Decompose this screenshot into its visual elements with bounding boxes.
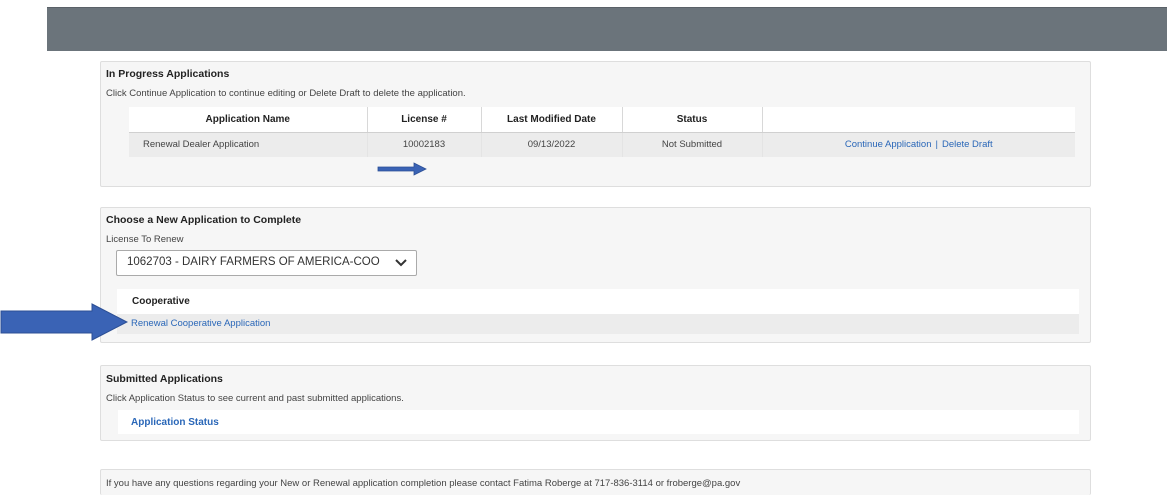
submitted-panel: Submitted Applications Click Application… <box>100 365 1091 441</box>
in-progress-panel: In Progress Applications Click Continue … <box>100 61 1091 187</box>
contact-text: If you have any questions regarding your… <box>106 478 741 489</box>
new-application-panel: Choose a New Application to Complete Lic… <box>100 207 1091 343</box>
in-progress-title: In Progress Applications <box>106 68 230 80</box>
continue-application-link[interactable]: Continue Application <box>845 139 932 150</box>
action-separator: | <box>935 139 938 151</box>
cell-last-modified: 09/13/2022 <box>481 132 623 157</box>
cell-application-name: Renewal Dealer Application <box>129 132 368 157</box>
cooperative-category-header: Cooperative <box>117 289 1079 314</box>
application-status-box: Application Status <box>118 410 1079 434</box>
renewal-cooperative-application-link[interactable]: Renewal Cooperative Application <box>131 318 270 329</box>
list-item: Renewal Cooperative Application <box>117 314 1079 334</box>
cell-license: 10002183 <box>367 132 482 157</box>
table-header-row: Application Name License # Last Modified… <box>129 107 1075 133</box>
license-to-renew-label: License To Renew <box>106 234 184 245</box>
in-progress-table: Application Name License # Last Modified… <box>129 107 1075 157</box>
small-right-arrow-icon <box>377 162 427 176</box>
chevron-down-icon <box>395 259 407 267</box>
application-status-link[interactable]: Application Status <box>131 417 219 428</box>
contact-panel: If you have any questions regarding your… <box>100 469 1091 495</box>
delete-draft-link[interactable]: Delete Draft <box>942 139 993 150</box>
in-progress-description: Click Continue Application to continue e… <box>106 88 466 99</box>
cell-actions: Continue Application | Delete Draft <box>762 132 1075 157</box>
column-header-status: Status <box>622 107 763 133</box>
new-application-title: Choose a New Application to Complete <box>106 214 302 226</box>
column-header-last-modified: Last Modified Date <box>481 107 623 133</box>
column-header-license: License # <box>367 107 482 133</box>
column-header-actions <box>762 107 1075 133</box>
top-header-bar <box>47 7 1167 51</box>
submitted-description: Click Application Status to see current … <box>106 393 404 404</box>
table-row: Renewal Dealer Application 10002183 09/1… <box>129 132 1075 157</box>
column-header-application-name: Application Name <box>129 107 368 133</box>
license-select[interactable]: 1062703 - DAIRY FARMERS OF AMERICA-COO <box>116 250 417 276</box>
submitted-title: Submitted Applications <box>106 373 223 385</box>
large-right-arrow-icon <box>0 303 128 341</box>
license-select-value: 1062703 - DAIRY FARMERS OF AMERICA-COO <box>127 256 380 268</box>
cell-status: Not Submitted <box>622 132 763 157</box>
